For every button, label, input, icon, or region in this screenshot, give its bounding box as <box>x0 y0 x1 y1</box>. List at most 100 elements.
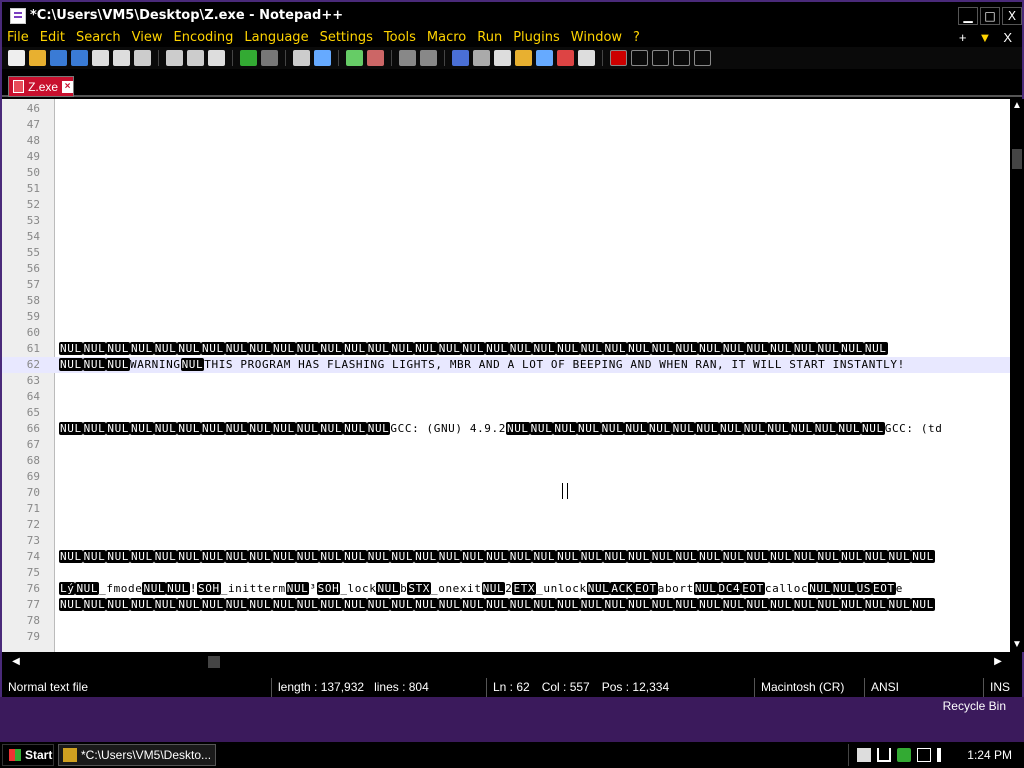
text-line[interactable]: 74 NUL NUL NUL NUL NUL NUL NUL NUL NUL NUL NUL NUL NU… <box>2 549 1010 565</box>
scroll-down-icon[interactable]: ▼ <box>1010 638 1024 652</box>
minimize-button[interactable]: ▁ <box>958 6 978 25</box>
chevron-down-icon[interactable]: ▼ <box>978 30 991 45</box>
menu-macro[interactable]: Macro <box>422 30 472 45</box>
wrap-icon[interactable] <box>452 50 469 66</box>
start-button[interactable]: Start <box>2 744 54 766</box>
horizontal-scrollbar[interactable]: ◀ ▶ <box>2 654 1010 670</box>
text-line[interactable]: 66 NUL NUL NUL NUL NUL NUL NUL NUL NUL NUL NUL NUL NU… <box>2 421 1010 437</box>
text-line[interactable]: 63 <box>2 373 1010 389</box>
stop-icon[interactable] <box>631 50 648 66</box>
volume-icon[interactable] <box>937 748 951 762</box>
text-line[interactable]: 64 <box>2 389 1010 405</box>
text-line[interactable]: 55 <box>2 245 1010 261</box>
menu-window[interactable]: Window <box>566 30 628 45</box>
current-line[interactable]: 62 NUL NUL NULWARNINGNULTHIS PROGRAM HAS FL… <box>2 357 1010 373</box>
text-line[interactable]: 59 <box>2 309 1010 325</box>
text-line[interactable]: 69 <box>2 469 1010 485</box>
text-line[interactable]: 76 Lý NUL_fmodeNUL NUL!SOH_inittermNUL³SOH_… <box>2 581 1010 597</box>
monitor-icon[interactable] <box>578 50 595 66</box>
record-icon[interactable] <box>610 50 627 66</box>
sync-h-icon[interactable] <box>420 50 437 66</box>
text-line[interactable]: 79 <box>2 629 1010 645</box>
paste-icon[interactable] <box>208 50 225 66</box>
menu-language[interactable]: Language <box>239 30 314 45</box>
vertical-scrollbar[interactable]: ▲ ▼ <box>1010 99 1024 652</box>
menu-search[interactable]: Search <box>71 30 127 45</box>
taskbar-item-notepadpp[interactable]: *C:\Users\VM5\Deskto... <box>58 744 216 766</box>
text-line[interactable]: 70 <box>2 485 1010 501</box>
doc-map-icon[interactable] <box>515 50 532 66</box>
close-doc-icon[interactable]: X <box>1003 30 1012 45</box>
save-macro-icon[interactable] <box>694 50 711 66</box>
replace-icon[interactable] <box>314 50 331 66</box>
text-line[interactable]: 49 <box>2 149 1010 165</box>
new-icon[interactable] <box>8 50 25 66</box>
text-line[interactable]: 58 <box>2 293 1010 309</box>
func-list-icon[interactable] <box>536 50 553 66</box>
folder-ws-icon[interactable] <box>557 50 574 66</box>
close-icon[interactable] <box>92 50 109 66</box>
menu-plugins[interactable]: Plugins <box>508 30 566 45</box>
text-line[interactable]: 71 <box>2 501 1010 517</box>
find-icon[interactable] <box>293 50 310 66</box>
tab-close-icon[interactable]: × <box>62 80 73 93</box>
recycle-bin-label[interactable]: Recycle Bin <box>943 699 1006 713</box>
text-line[interactable]: 50 <box>2 165 1010 181</box>
close-all-icon[interactable] <box>113 50 130 66</box>
zoom-in-icon[interactable] <box>346 50 363 66</box>
text-line[interactable]: 57 <box>2 277 1010 293</box>
status-mode[interactable]: INS <box>984 678 1022 697</box>
vertical-scroll-thumb[interactable] <box>1012 149 1022 169</box>
play-multi-icon[interactable] <box>673 50 690 66</box>
add-icon[interactable]: + <box>959 30 967 45</box>
text-line[interactable]: 53 <box>2 213 1010 229</box>
undo-icon[interactable] <box>240 50 257 66</box>
zoom-out-icon[interactable] <box>367 50 384 66</box>
cut-icon[interactable] <box>166 50 183 66</box>
status-encoding[interactable]: ANSI <box>865 678 984 697</box>
notepadpp-app-icon[interactable] <box>10 7 26 24</box>
menu-settings[interactable]: Settings <box>315 30 379 45</box>
text-line[interactable]: 72 <box>2 517 1010 533</box>
menu-encoding[interactable]: Encoding <box>168 30 239 45</box>
save-all-icon[interactable] <box>71 50 88 66</box>
scroll-right-icon[interactable]: ▶ <box>990 654 1006 670</box>
text-line[interactable]: 73 <box>2 533 1010 549</box>
text-line[interactable]: 46 <box>2 101 1010 117</box>
menu-tools[interactable]: Tools <box>379 30 422 45</box>
redo-icon[interactable] <box>261 50 278 66</box>
text-line[interactable]: 56 <box>2 261 1010 277</box>
action-center-icon[interactable] <box>857 748 872 762</box>
indent-guide-icon[interactable] <box>494 50 511 66</box>
text-line[interactable]: 67 <box>2 437 1010 453</box>
status-eol[interactable]: Macintosh (CR) <box>755 678 865 697</box>
show-all-icon[interactable] <box>473 50 490 66</box>
text-line[interactable]: 68 <box>2 453 1010 469</box>
title-bar[interactable]: *C:\Users\VM5\Desktop\Z.exe - Notepad++ … <box>2 2 1022 29</box>
text-line[interactable]: 47 <box>2 117 1010 133</box>
text-line[interactable]: 77 NUL NUL NUL NUL NUL NUL NUL NUL NUL NUL NUL NUL NU… <box>2 597 1010 613</box>
menu-file[interactable]: File <box>2 30 35 45</box>
open-icon[interactable] <box>29 50 46 66</box>
sync-v-icon[interactable] <box>399 50 416 66</box>
clock[interactable]: 1:24 PM <box>967 748 1012 762</box>
horizontal-scroll-thumb[interactable] <box>208 656 220 668</box>
menu-edit[interactable]: Edit <box>35 30 71 45</box>
editor-area[interactable]: 46 47 48 49 50 51 52 53 54 55 56 57 58 59 60 61 NUL NUL NU… <box>2 99 1010 652</box>
print-icon[interactable] <box>134 50 151 66</box>
text-line[interactable]: 78 <box>2 613 1010 629</box>
close-window-button[interactable]: X <box>1002 6 1022 25</box>
play-icon[interactable] <box>652 50 669 66</box>
text-line[interactable]: 52 <box>2 197 1010 213</box>
text-line[interactable]: 75 <box>2 565 1010 581</box>
text-line[interactable]: 48 <box>2 133 1010 149</box>
text-line[interactable]: 51 <box>2 181 1010 197</box>
network-icon[interactable] <box>917 748 932 762</box>
scroll-left-icon[interactable]: ◀ <box>8 654 24 670</box>
text-line[interactable]: 54 <box>2 229 1010 245</box>
menu-help[interactable]: ? <box>628 30 646 45</box>
maximize-button[interactable]: □ <box>980 6 1000 25</box>
input-method-icon[interactable] <box>877 748 892 762</box>
menu-run[interactable]: Run <box>472 30 508 45</box>
menu-view[interactable]: View <box>127 30 169 45</box>
